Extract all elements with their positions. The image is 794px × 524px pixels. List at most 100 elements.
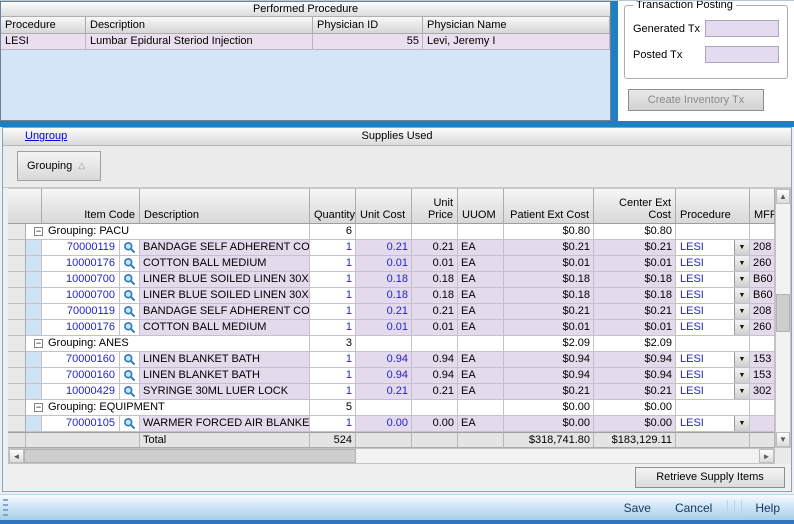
quantity-cell[interactable]: 1	[310, 384, 356, 400]
cell-physician-name[interactable]: Levi, Jeremy I	[423, 34, 610, 50]
quantity-cell[interactable]: 1	[310, 416, 356, 432]
col-header-center-ext-cost[interactable]: Center Ext Cost	[594, 188, 676, 224]
create-inventory-tx-button[interactable]: Create Inventory Tx	[628, 89, 764, 111]
item-code-link[interactable]: 10000700	[42, 288, 120, 304]
group-label-cell[interactable]: −Grouping: ANES	[26, 336, 310, 352]
collapse-icon[interactable]: −	[34, 403, 43, 412]
chevron-down-icon[interactable]: ▼	[734, 288, 749, 303]
item-lookup-button[interactable]	[120, 288, 140, 304]
cancel-button[interactable]: Cancel	[675, 501, 712, 515]
group-label-cell[interactable]: −Grouping: EQUIPMENT	[26, 400, 310, 416]
item-code-link[interactable]: 70000160	[42, 352, 120, 368]
chevron-down-icon[interactable]: ▼	[734, 416, 749, 431]
item-lookup-button[interactable]	[120, 352, 140, 368]
col-header-physician-name[interactable]: Physician Name	[423, 17, 610, 34]
procedure-dropdown[interactable]: LESI▼	[676, 368, 750, 384]
posted-tx-field[interactable]	[705, 46, 779, 63]
save-button[interactable]: Save	[624, 501, 651, 515]
procedure-dropdown[interactable]: LESI▼	[676, 304, 750, 320]
item-code-link[interactable]: 10000700	[42, 272, 120, 288]
chevron-down-icon[interactable]: ▼	[734, 272, 749, 287]
row-selector[interactable]	[8, 224, 26, 240]
procedure-dropdown[interactable]: LESI▼	[676, 256, 750, 272]
help-button[interactable]: Help	[755, 501, 780, 515]
scroll-down-icon[interactable]: ▼	[776, 432, 790, 447]
row-selector[interactable]	[8, 240, 26, 256]
col-header-unit-cost[interactable]: Unit Cost	[356, 188, 412, 224]
item-lookup-button[interactable]	[120, 384, 140, 400]
collapse-icon[interactable]: −	[34, 339, 43, 348]
horizontal-scroll-track[interactable]	[24, 449, 759, 463]
vertical-scroll-track[interactable]	[776, 204, 790, 432]
row-selector[interactable]	[8, 320, 26, 336]
chevron-down-icon[interactable]: ▼	[734, 240, 749, 255]
scroll-up-icon[interactable]: ▲	[776, 189, 790, 204]
cell-description[interactable]: Lumbar Epidural Steriod Injection	[86, 34, 313, 50]
item-lookup-button[interactable]	[120, 272, 140, 288]
horizontal-scrollbar[interactable]: ◄ ►	[8, 448, 775, 464]
quantity-cell[interactable]: 1	[310, 352, 356, 368]
procedure-dropdown[interactable]: LESI▼	[676, 272, 750, 288]
vertical-scroll-thumb[interactable]	[776, 294, 790, 332]
procedure-dropdown[interactable]: LESI▼	[676, 416, 750, 432]
chevron-down-icon[interactable]: ▼	[734, 368, 749, 383]
performed-procedure-row[interactable]: LESI Lumbar Epidural Steriod Injection 5…	[1, 34, 610, 50]
col-header-item-code[interactable]: Item Code	[42, 188, 140, 224]
col-header-procedure[interactable]: Procedure	[1, 17, 86, 34]
item-lookup-button[interactable]	[120, 256, 140, 272]
procedure-dropdown[interactable]: LESI▼	[676, 352, 750, 368]
item-lookup-button[interactable]	[120, 368, 140, 384]
row-selector[interactable]	[8, 400, 26, 416]
chevron-down-icon[interactable]: ▼	[734, 384, 749, 399]
col-header-mfr[interactable]: MFR	[750, 188, 775, 224]
row-selector[interactable]	[8, 336, 26, 352]
item-code-link[interactable]: 70000105	[42, 416, 120, 432]
chevron-down-icon[interactable]: ▼	[734, 352, 749, 367]
item-code-link[interactable]: 10000429	[42, 384, 120, 400]
item-code-link[interactable]: 10000176	[42, 256, 120, 272]
quantity-cell[interactable]: 1	[310, 288, 356, 304]
chevron-down-icon[interactable]: ▼	[734, 256, 749, 271]
procedure-dropdown[interactable]: LESI▼	[676, 320, 750, 336]
collapse-icon[interactable]: −	[34, 227, 43, 236]
item-code-link[interactable]: 10000176	[42, 320, 120, 336]
ungroup-link[interactable]: Ungroup	[25, 130, 67, 142]
quantity-cell[interactable]: 1	[310, 368, 356, 384]
row-selector[interactable]	[8, 352, 26, 368]
col-header-unit-price[interactable]: Unit Price	[412, 188, 458, 224]
col-header-quantity[interactable]: Quantity	[310, 188, 356, 224]
row-selector[interactable]	[8, 272, 26, 288]
cell-procedure[interactable]: LESI	[1, 34, 86, 50]
item-lookup-button[interactable]	[120, 320, 140, 336]
col-header-procedure[interactable]: Procedure	[676, 188, 750, 224]
procedure-dropdown[interactable]: LESI▼	[676, 384, 750, 400]
vertical-scrollbar[interactable]: ▲ ▼	[775, 188, 791, 448]
grouping-button[interactable]: Grouping △	[17, 151, 101, 181]
row-selector[interactable]	[8, 368, 26, 384]
col-header-description[interactable]: Description	[86, 17, 313, 34]
item-code-link[interactable]: 70000119	[42, 304, 120, 320]
retrieve-supply-items-button[interactable]: Retrieve Supply Items	[635, 467, 785, 488]
quantity-cell[interactable]: 1	[310, 304, 356, 320]
group-label-cell[interactable]: −Grouping: PACU	[26, 224, 310, 240]
col-header-uuom[interactable]: UUOM	[458, 188, 504, 224]
quantity-cell[interactable]: 1	[310, 320, 356, 336]
scroll-left-icon[interactable]: ◄	[9, 449, 24, 463]
quantity-cell[interactable]: 1	[310, 272, 356, 288]
item-lookup-button[interactable]	[120, 304, 140, 320]
item-code-link[interactable]: 70000119	[42, 240, 120, 256]
quantity-cell[interactable]: 1	[310, 256, 356, 272]
quantity-cell[interactable]: 1	[310, 240, 356, 256]
col-header-description[interactable]: Description	[140, 188, 310, 224]
item-lookup-button[interactable]	[120, 416, 140, 432]
chevron-down-icon[interactable]: ▼	[734, 304, 749, 319]
row-selector[interactable]	[8, 416, 26, 432]
row-selector[interactable]	[8, 384, 26, 400]
col-header-patient-ext-cost[interactable]: Patient Ext Cost	[504, 188, 594, 224]
col-header-physician-id[interactable]: Physician ID	[313, 17, 423, 34]
cell-physician-id[interactable]: 55	[313, 34, 423, 50]
scroll-right-icon[interactable]: ►	[759, 449, 774, 463]
generated-tx-field[interactable]	[705, 20, 779, 37]
item-lookup-button[interactable]	[120, 240, 140, 256]
row-selector[interactable]	[8, 304, 26, 320]
